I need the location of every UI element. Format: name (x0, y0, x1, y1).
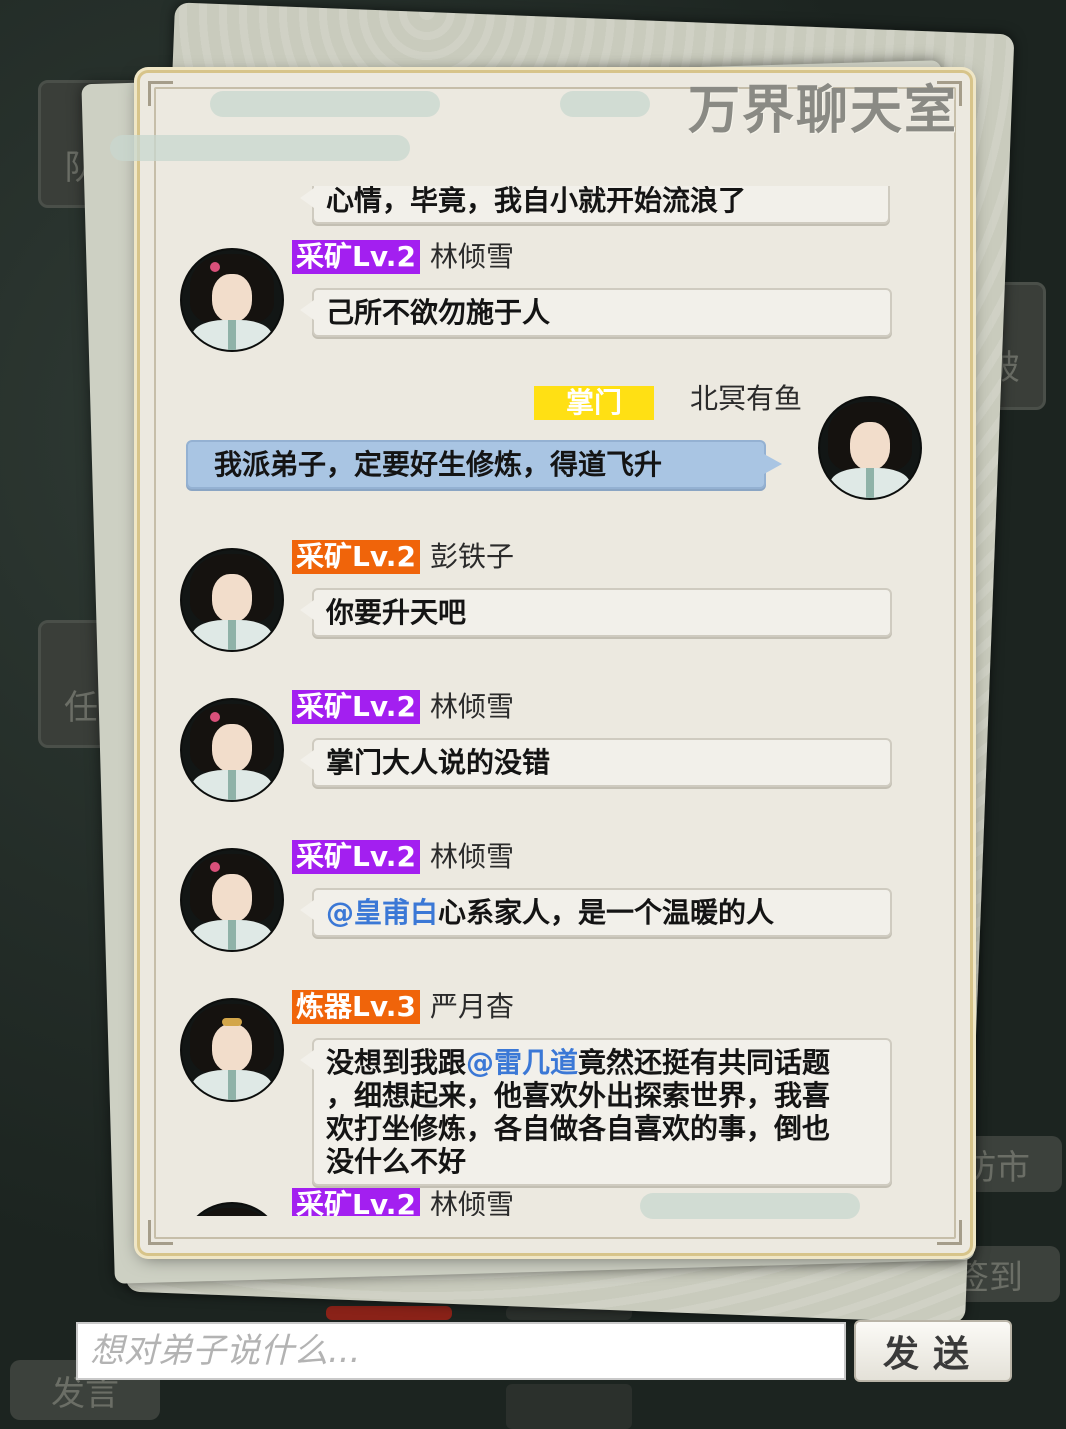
avatar[interactable] (818, 396, 922, 500)
send-button-label: 发送 (882, 1334, 983, 1375)
leader-badge: 掌门 (534, 386, 654, 420)
message-text: 你要升天吧 (326, 596, 467, 629)
sender-name: 严月杳 (430, 990, 515, 1023)
sender-name: 林倾雪 (430, 690, 515, 723)
message-text: 掌门大人说的没错 (326, 746, 551, 779)
message-text: 竟然还挺有共同话题 (578, 1046, 831, 1079)
send-button[interactable]: 发送 (854, 1320, 1012, 1382)
level-badge: 采矿Lv.2 (292, 1188, 420, 1216)
frame-corner (148, 81, 173, 106)
avatar[interactable] (180, 698, 284, 802)
avatar[interactable] (180, 1202, 284, 1216)
message-bubble: 没想到我跟@雷几道竟然还挺有共同话题 ，细想起来，他喜欢外出探索世界，我喜 欢打… (300, 1038, 892, 1186)
message-text: 己所不欲勿施于人 (326, 296, 551, 329)
avatar[interactable] (180, 548, 284, 652)
frame-corner (937, 1220, 962, 1245)
message-text: 我派弟子，定要好生修炼，得道飞升 (214, 448, 663, 481)
avatar[interactable] (180, 998, 284, 1102)
avatar[interactable] (180, 248, 284, 352)
sender-name: 林倾雪 (430, 840, 515, 873)
cloud-decoration (560, 91, 650, 117)
bg-slot (506, 1384, 632, 1429)
sender-name: 林倾雪 (430, 240, 515, 273)
bg-slot (326, 1306, 452, 1320)
message-input[interactable] (76, 1322, 846, 1380)
message-line: 欢打坐修炼，各自做各自喜欢的事，倒也 (326, 1112, 831, 1145)
cloud-decoration (110, 135, 410, 161)
cloud-decoration (210, 91, 440, 117)
message-bubble: 心情，毕竟，我自小就开始流浪了 (300, 186, 890, 224)
message-text: 心系家人，是一个温暖的人 (438, 896, 775, 929)
message-bubble: @皇甫白心系家人，是一个温暖的人 (300, 888, 892, 937)
mention-link[interactable]: @雷几道 (466, 1046, 578, 1079)
level-badge: 采矿Lv.2 (292, 690, 420, 724)
message-text: 心情，毕竟，我自小就开始流浪了 (326, 186, 747, 217)
message-bubble: 我派弟子，定要好生修炼，得道飞升 (186, 440, 782, 489)
message-list[interactable]: 心情，毕竟，我自小就开始流浪了 采矿Lv.2 林倾雪 己所不欲勿施于人 掌门 北… (150, 186, 960, 1216)
sender-name: 彭铁子 (430, 540, 515, 573)
chat-room-title: 万界聊天室 (687, 81, 958, 141)
sender-name: 北冥有鱼 (690, 382, 803, 415)
message-text: 没想到我跟 (326, 1046, 467, 1079)
level-badge: 炼器Lv.3 (292, 990, 420, 1024)
message-bubble: 你要升天吧 (300, 588, 892, 637)
mention-link[interactable]: @皇甫白 (326, 896, 438, 929)
frame-corner (148, 1220, 173, 1245)
sender-name: 林倾雪 (430, 1188, 515, 1216)
message-line: 没想到我跟@雷几道竟然还挺有共同话题 (326, 1046, 878, 1079)
avatar[interactable] (180, 848, 284, 952)
level-badge: 采矿Lv.2 (292, 840, 420, 874)
message-bubble: 己所不欲勿施于人 (300, 288, 892, 337)
message-bubble: 掌门大人说的没错 (300, 738, 892, 787)
level-badge: 采矿Lv.2 (292, 540, 420, 574)
message-line: 没什么不好 (326, 1145, 467, 1178)
message-line: ，细想起来，他喜欢外出探索世界，我喜 (326, 1079, 831, 1112)
level-badge: 采矿Lv.2 (292, 240, 420, 274)
